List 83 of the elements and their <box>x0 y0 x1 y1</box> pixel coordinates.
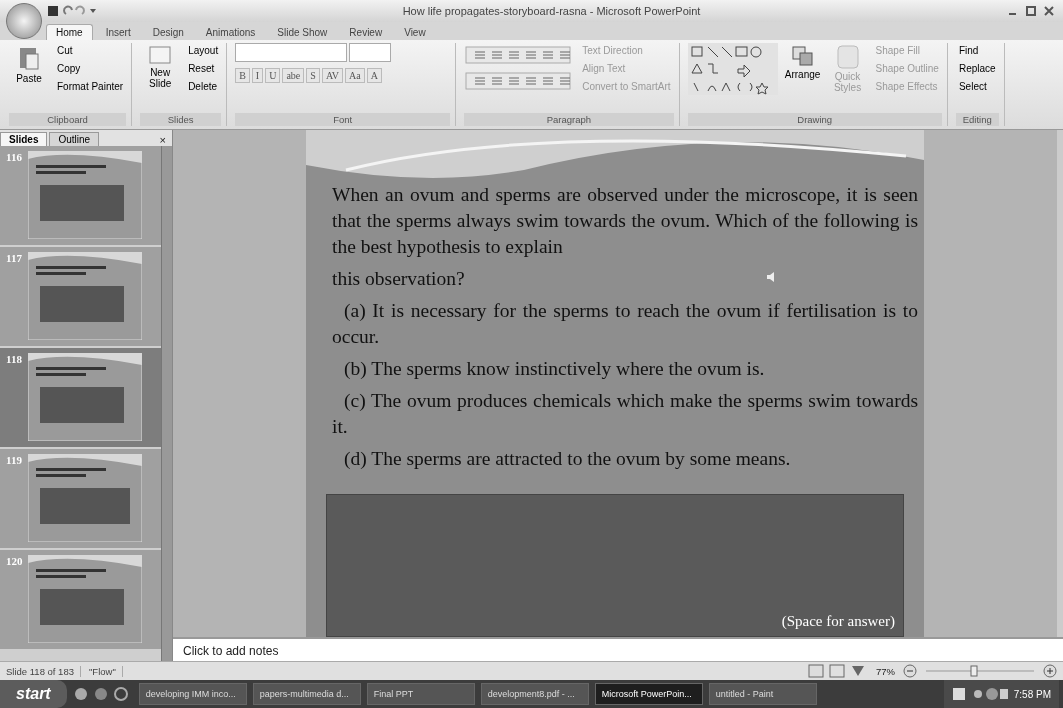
ribbon-tab[interactable]: Home <box>46 24 93 40</box>
slide-number: 119 <box>6 454 23 468</box>
font-format-button[interactable]: U <box>265 68 281 83</box>
panel-tab[interactable]: Slides <box>0 132 48 146</box>
font-format-button[interactable]: S <box>306 68 320 83</box>
taskbar-button[interactable]: Microsoft PowerPoin... <box>594 683 703 705</box>
group-label: Paragraph <box>464 113 674 126</box>
ribbon-tab[interactable]: Review <box>340 25 392 40</box>
ribbon-tab[interactable]: Slide Show <box>268 25 337 40</box>
font-format-button[interactable]: A <box>366 68 382 83</box>
slide-thumbnail[interactable] <box>28 353 142 441</box>
font-format-button[interactable]: abe <box>282 68 305 83</box>
group-label: Slides <box>140 113 222 126</box>
tray-icons[interactable] <box>951 687 1008 701</box>
font-format-button[interactable]: Aa <box>345 68 365 83</box>
styles-icon <box>836 45 859 69</box>
ribbon-tab[interactable]: View <box>395 25 435 40</box>
zoom-out-icon[interactable] <box>903 664 917 678</box>
font-name-field[interactable] <box>235 43 348 62</box>
arrange-icon <box>790 45 815 67</box>
slide-thumbnail[interactable] <box>28 555 142 643</box>
theme-name: "Flow" <box>88 665 123 677</box>
window-controls-icon[interactable] <box>1007 5 1057 17</box>
office-button[interactable] <box>6 3 42 39</box>
clipboard-button[interactable]: Copy <box>54 61 127 76</box>
editing-button[interactable]: Select <box>955 79 999 94</box>
arrange-button[interactable]: Arrange <box>782 43 823 82</box>
zoom-in-icon[interactable] <box>1043 664 1057 678</box>
slide-counter: Slide 118 of 183 <box>6 665 81 677</box>
slide-number: 117 <box>6 252 23 266</box>
group-label: Font <box>235 113 451 126</box>
slider-thumb[interactable] <box>970 665 978 677</box>
close-icon[interactable]: × <box>159 134 166 146</box>
clipboard-button[interactable]: Cut <box>54 43 127 58</box>
slide-thumbnail[interactable] <box>28 454 142 542</box>
question-text: (a) It is necessary for the sperms to reach the ovum if fertilisation is to occur. <box>332 299 918 349</box>
ribbon-tab[interactable]: Design <box>143 25 193 40</box>
question-text: (b) The sperms know instinctively where the ovum is. <box>343 357 766 381</box>
question-text: (c) The ovum produces chemicals which make the sperms swim towards it. <box>332 389 918 439</box>
slide-thumbnail[interactable] <box>28 151 142 239</box>
taskbar-button[interactable]: papers-multimedia d... <box>252 683 361 705</box>
notes-field[interactable]: Click to add notes <box>173 637 1063 661</box>
slide-number: 118 <box>6 353 23 367</box>
editing-button[interactable]: Replace <box>955 61 999 76</box>
quick-access-icons[interactable] <box>46 4 96 18</box>
group-label: Clipboard <box>9 113 127 126</box>
font-format-button[interactable]: I <box>251 68 264 83</box>
slides-button[interactable]: Delete <box>185 79 222 94</box>
slide-thumbnail-row[interactable]: 118 <box>0 348 161 447</box>
editing-button[interactable]: Find <box>955 43 999 58</box>
ribbon-tab[interactable]: Insert <box>96 25 140 40</box>
taskbar-button[interactable]: untitled - Paint <box>708 683 817 705</box>
clipboard-icon <box>18 45 40 71</box>
answer-label: (Space for answer) <box>781 613 895 630</box>
font-format-button[interactable]: AV <box>321 68 344 83</box>
scrollbar[interactable] <box>1057 130 1063 637</box>
group-label: Editing <box>955 113 999 126</box>
new-slide-button[interactable]: New Slide <box>140 43 181 91</box>
slide-icon <box>148 45 173 65</box>
font-size-field[interactable] <box>349 43 392 62</box>
clock: 7:58 PM <box>1013 688 1051 700</box>
clipboard-button[interactable]: Format Painter <box>54 79 127 94</box>
slide-thumbnail[interactable] <box>28 252 142 340</box>
taskbar-button[interactable]: Final PPT <box>366 683 475 705</box>
slides-button[interactable]: Reset <box>185 61 222 76</box>
paste-button[interactable]: Paste <box>9 43 49 86</box>
shapes-gallery-icon[interactable] <box>687 43 778 95</box>
slides-button[interactable]: Layout <box>185 43 222 58</box>
scrollbar[interactable] <box>161 146 172 661</box>
question-text: this observation? <box>332 267 465 291</box>
window-title: How life propagates-storyboard-rasna - Microsoft PowerPoint <box>401 5 702 17</box>
taskbar-button[interactable]: developing IMM inco... <box>138 683 247 705</box>
font-format-button[interactable]: B <box>235 68 250 83</box>
start-button[interactable]: start <box>0 680 67 708</box>
slide-number: 120 <box>6 555 24 569</box>
panel-tab[interactable]: Outline <box>49 132 100 146</box>
ribbon-tab[interactable]: Animations <box>196 25 265 40</box>
slide-number: 116 <box>6 151 23 165</box>
zoom-level: 77% <box>876 665 895 677</box>
taskbar-button[interactable]: development8.pdf - ... <box>480 683 589 705</box>
zoom-slider[interactable] <box>925 664 1035 678</box>
question-text: (d) The sperms are attracted to the ovum by some means. <box>343 447 792 471</box>
group-label: Drawing <box>687 113 942 126</box>
